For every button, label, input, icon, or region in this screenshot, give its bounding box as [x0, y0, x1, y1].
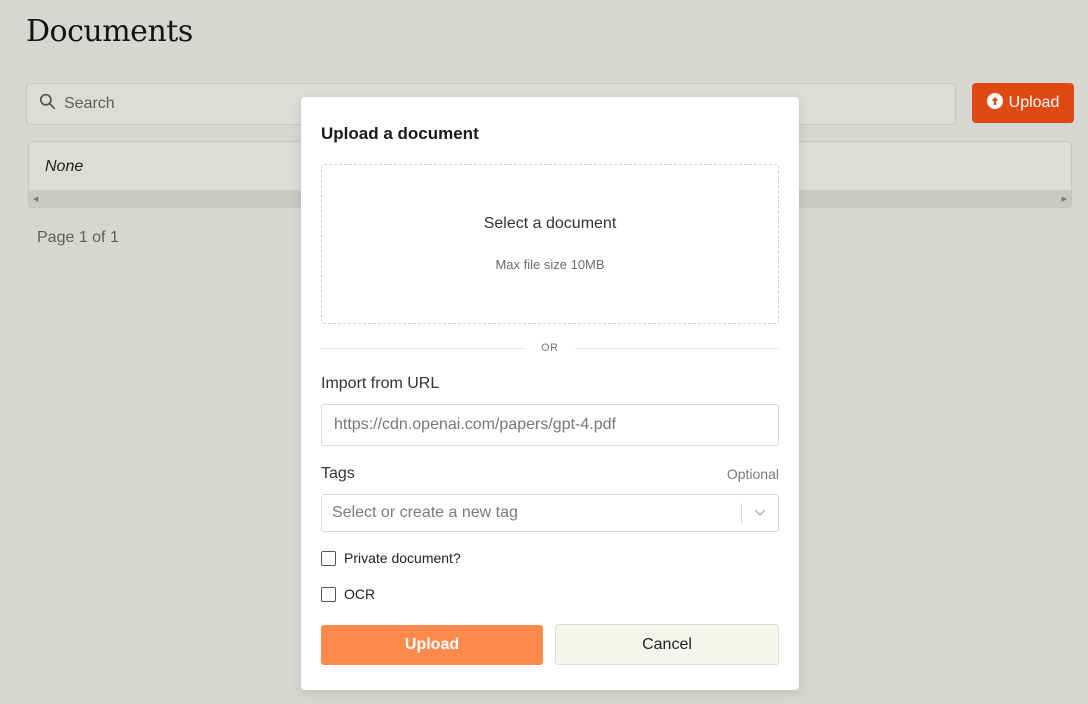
cancel-button[interactable]: Cancel [555, 624, 779, 665]
table-empty-cell: None [45, 158, 84, 175]
or-divider-text: OR [541, 342, 559, 354]
ocr-checkbox-label[interactable]: OCR [344, 586, 375, 602]
dropzone-hint: Max file size 10MB [495, 257, 605, 272]
url-input[interactable] [321, 404, 779, 446]
scroll-right-icon[interactable]: ▶ [1062, 195, 1067, 203]
page-title: Documents [26, 14, 193, 49]
pagination-label: Page 1 of 1 [37, 229, 119, 246]
submit-upload-button[interactable]: Upload [321, 625, 543, 665]
tags-select[interactable]: Select or create a new tag [321, 494, 779, 532]
private-checkbox-label[interactable]: Private document? [344, 550, 461, 566]
upload-icon [986, 92, 1003, 114]
tags-label: Tags [321, 465, 355, 482]
chevron-down-icon[interactable] [742, 506, 778, 520]
or-divider: OR [321, 340, 779, 356]
scroll-left-icon[interactable]: ◀ [33, 195, 38, 203]
upload-button[interactable]: Upload [972, 83, 1074, 123]
modal-title: Upload a document [321, 124, 479, 143]
ocr-checkbox[interactable] [321, 586, 336, 602]
ocr-checkbox-row[interactable]: OCR [321, 586, 375, 602]
tags-optional-hint: Optional [726, 466, 779, 482]
tags-placeholder: Select or create a new tag [332, 504, 518, 521]
file-dropzone[interactable]: Select a document Max file size 10MB [321, 164, 779, 324]
search-icon [39, 93, 56, 115]
private-checkbox[interactable] [321, 550, 336, 566]
private-checkbox-row[interactable]: Private document? [321, 550, 461, 566]
dropzone-title: Select a document [483, 215, 617, 232]
upload-modal: Upload a document Select a document Max … [301, 97, 799, 690]
url-label: Import from URL [321, 375, 440, 392]
upload-button-label: Upload [1008, 94, 1060, 111]
